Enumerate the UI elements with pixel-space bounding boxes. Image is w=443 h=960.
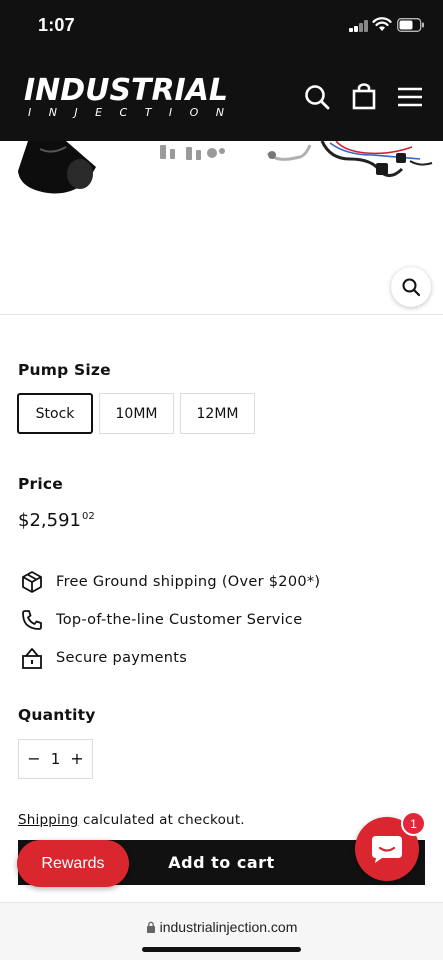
search-icon[interactable] xyxy=(302,82,332,112)
feature-text: Top-of-the-line Customer Service xyxy=(56,612,303,628)
chat-bubble-icon xyxy=(372,836,402,863)
pump-size-option-stock[interactable]: Stock xyxy=(17,393,93,434)
pump-size-label: Pump Size xyxy=(18,361,111,379)
zoom-button[interactable] xyxy=(391,267,431,307)
quantity-stepper: − 1 + xyxy=(18,739,93,779)
lock-icon xyxy=(146,921,155,933)
price-label: Price xyxy=(18,475,64,493)
quantity-increase-button[interactable]: + xyxy=(70,751,84,767)
shipping-note: Shipping calculated at checkout. xyxy=(18,812,245,828)
shipping-link[interactable]: Shipping xyxy=(18,812,79,828)
feature-secure-payments: Secure payments xyxy=(20,645,187,671)
feature-text: Secure payments xyxy=(56,650,188,666)
shipping-note-text: calculated at checkout. xyxy=(78,812,245,828)
quantity-label: Quantity xyxy=(18,706,96,724)
browser-url-bar[interactable]: industrialinjection.com xyxy=(0,902,443,960)
product-parts-image xyxy=(18,141,433,194)
status-bar: 1:07 xyxy=(0,0,443,54)
feature-free-shipping: Free Ground shipping (Over $200*) xyxy=(20,569,320,595)
product-price: $2,59102 xyxy=(18,510,95,531)
status-time: 1:07 xyxy=(38,15,75,35)
home-indicator[interactable] xyxy=(142,947,301,952)
wifi-icon xyxy=(372,17,392,31)
lock-icon xyxy=(22,648,42,669)
pump-size-option-10mm[interactable]: 10MM xyxy=(99,393,174,434)
menu-icon[interactable] xyxy=(395,82,425,112)
battery-icon xyxy=(397,18,424,32)
cart-bag-icon[interactable] xyxy=(349,82,379,112)
quantity-input[interactable]: 1 xyxy=(51,750,61,768)
pump-size-option-12mm[interactable]: 12MM xyxy=(180,393,255,434)
product-image-gallery[interactable] xyxy=(0,141,443,315)
price-cents: 02 xyxy=(81,511,95,522)
feature-customer-service: Top-of-the-line Customer Service xyxy=(20,607,302,633)
package-icon xyxy=(22,571,42,593)
svg-text:INDUSTRIAL: INDUSTRIAL xyxy=(24,76,228,108)
cellular-signal-icon xyxy=(349,20,369,32)
price-whole: $2,591 xyxy=(18,510,81,531)
industrial-injection-logo[interactable]: INDUSTRIAL INJECTION xyxy=(22,76,230,120)
zoom-icon xyxy=(402,278,421,297)
quantity-decrease-button[interactable]: − xyxy=(27,751,41,767)
feature-text: Free Ground shipping (Over $200*) xyxy=(56,574,321,590)
chat-notification-badge: 1 xyxy=(401,811,426,836)
site-header: INDUSTRIAL INJECTION xyxy=(0,54,443,141)
url-text: industrialinjection.com xyxy=(159,919,298,935)
url-display: industrialinjection.com xyxy=(0,919,443,935)
phone-icon xyxy=(22,610,42,630)
product-page: 1:07 INDUSTRIAL INJECTION Pump Size Stoc… xyxy=(0,0,443,960)
rewards-button[interactable]: Rewards xyxy=(17,840,129,887)
